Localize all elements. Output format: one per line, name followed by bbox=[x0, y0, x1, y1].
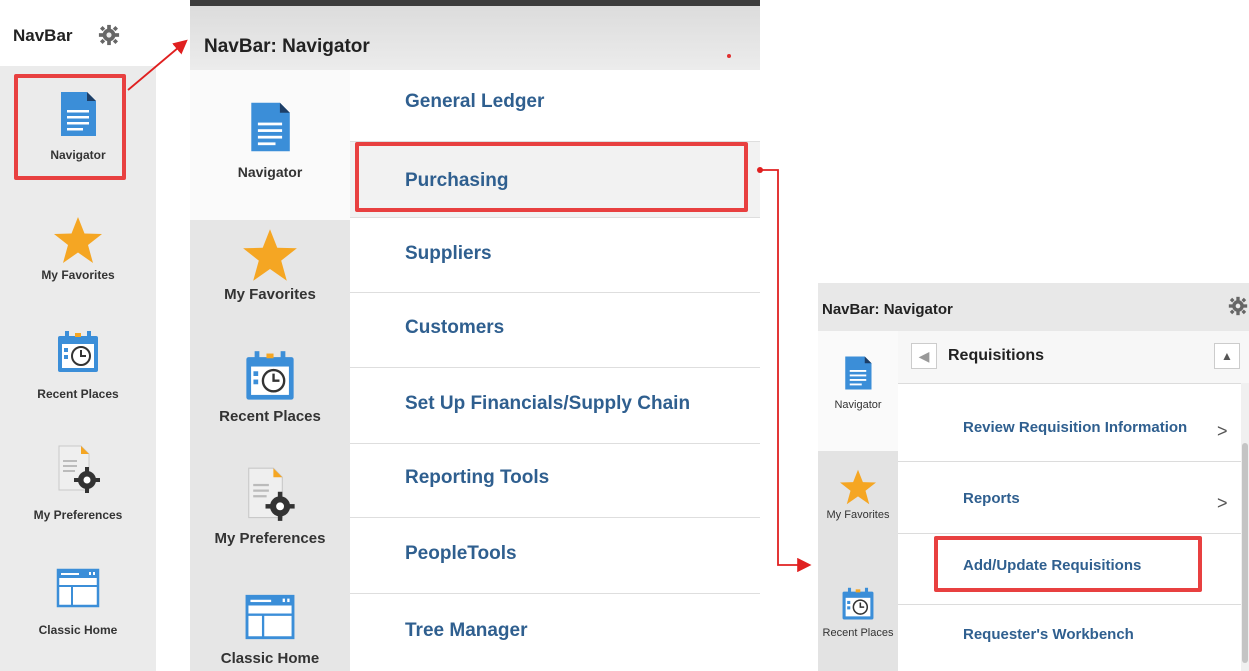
star-icon bbox=[839, 469, 877, 505]
star-icon bbox=[53, 216, 103, 264]
navbar-tile-preferences[interactable]: My Preferences bbox=[0, 444, 156, 522]
chevron-right-icon: > bbox=[1217, 493, 1228, 513]
navbar-tile-classic-home[interactable]: Classic Home bbox=[0, 568, 156, 637]
menu-item-general-ledger[interactable]: General Ledger bbox=[350, 70, 760, 142]
navigator-tile-label: My Favorites bbox=[224, 286, 316, 303]
requisitions-tile-favorites[interactable]: My Favorites bbox=[818, 469, 898, 521]
navbar-tile-label: My Favorites bbox=[41, 268, 115, 282]
preferences-gear-icon bbox=[55, 444, 101, 494]
navigator-tile-recent[interactable]: Recent Places bbox=[190, 350, 350, 425]
requisitions-tile-label: Navigator bbox=[834, 399, 882, 411]
navigator-tile-preferences[interactable]: My Preferences bbox=[190, 466, 350, 547]
menu-item-label: Review Requisition Information bbox=[963, 419, 1188, 436]
gear-icon[interactable] bbox=[98, 24, 120, 46]
requisitions-tile-navigator[interactable]: Navigator bbox=[818, 355, 898, 411]
document-icon bbox=[248, 100, 292, 154]
menu-item-label: Reports bbox=[963, 490, 1020, 507]
breadcrumb: ◀ Requisitions ▲ bbox=[898, 331, 1249, 384]
document-icon bbox=[843, 355, 873, 391]
navigator-title: NavBar: Navigator bbox=[204, 36, 370, 57]
navbar-tile-label: My Preferences bbox=[33, 508, 123, 522]
scroll-top-icon[interactable]: ▲ bbox=[1214, 343, 1240, 369]
calendar-clock-icon bbox=[244, 350, 296, 402]
menu-item-peopletools[interactable]: PeopleTools bbox=[350, 518, 760, 594]
menu-item-reporting-tools[interactable]: Reporting Tools bbox=[350, 444, 760, 518]
chevron-right-icon: > bbox=[1217, 421, 1228, 441]
navigator-tile-label: My Preferences bbox=[214, 530, 326, 547]
calendar-clock-icon bbox=[841, 587, 875, 621]
requisitions-tile-recent[interactable]: Recent Places bbox=[818, 587, 898, 639]
menu-item-review-requisition[interactable]: Review Requisition Information > bbox=[898, 383, 1241, 462]
menu-item-suppliers[interactable]: Suppliers bbox=[350, 218, 760, 293]
requisitions-panel: NavBar: Navigator Navigator My Favorites… bbox=[818, 283, 1249, 671]
breadcrumb-label: Requisitions bbox=[948, 347, 1045, 364]
highlight-box bbox=[355, 142, 748, 212]
menu-item-customers[interactable]: Customers bbox=[350, 293, 760, 368]
navbar-tile-favorites[interactable]: My Favorites bbox=[0, 216, 156, 282]
navigator-tile-favorites[interactable]: My Favorites bbox=[190, 228, 350, 303]
navbar-tile-recent[interactable]: Recent Places bbox=[0, 330, 156, 401]
preferences-gear-icon bbox=[244, 466, 296, 522]
menu-item-setup-financials[interactable]: Set Up Financials/Supply Chain bbox=[350, 368, 760, 444]
window-icon bbox=[56, 568, 100, 608]
navbar-tile-label: Classic Home bbox=[38, 623, 118, 637]
arrow-to-requisitions bbox=[760, 169, 812, 573]
navigator-panel: NavBar: Navigator Navigator My Favorites… bbox=[190, 0, 760, 671]
requisitions-tile-label: Recent Places bbox=[822, 627, 894, 639]
menu-item-label: Requester's Workbench bbox=[963, 626, 1134, 643]
navigator-tile-label: Classic Home bbox=[220, 650, 320, 667]
scrollbar-thumb[interactable] bbox=[1242, 443, 1248, 663]
navbar-tile-label: Recent Places bbox=[37, 387, 119, 401]
menu-item-reports[interactable]: Reports > bbox=[898, 462, 1241, 534]
menu-item-tree-manager[interactable]: Tree Manager bbox=[350, 594, 760, 671]
requisitions-tile-label: My Favorites bbox=[826, 509, 890, 521]
requisitions-header: NavBar: Navigator bbox=[818, 283, 1249, 332]
calendar-clock-icon bbox=[56, 330, 100, 374]
navigator-tile-label: Recent Places bbox=[219, 408, 321, 425]
highlight-box bbox=[934, 536, 1202, 592]
navigator-tile-label: Navigator bbox=[237, 164, 303, 180]
menu-item-requesters-workbench[interactable]: Requester's Workbench bbox=[898, 605, 1241, 671]
gear-icon[interactable] bbox=[1228, 296, 1248, 316]
window-icon bbox=[244, 594, 296, 640]
navigator-tile-navigator[interactable]: Navigator bbox=[190, 100, 350, 180]
status-dot bbox=[727, 54, 731, 58]
star-icon bbox=[242, 228, 298, 282]
back-arrow-icon[interactable]: ◀ bbox=[911, 343, 937, 369]
navigator-tile-classic-home[interactable]: Classic Home bbox=[190, 594, 350, 667]
navbar-header: NavBar bbox=[0, 0, 156, 66]
navbar-title: NavBar bbox=[13, 26, 73, 45]
highlight-box bbox=[14, 74, 126, 180]
navigator-header: NavBar: Navigator bbox=[190, 0, 760, 70]
requisitions-navbar-title: NavBar: Navigator bbox=[822, 301, 953, 318]
scrollbar[interactable] bbox=[1241, 383, 1249, 671]
